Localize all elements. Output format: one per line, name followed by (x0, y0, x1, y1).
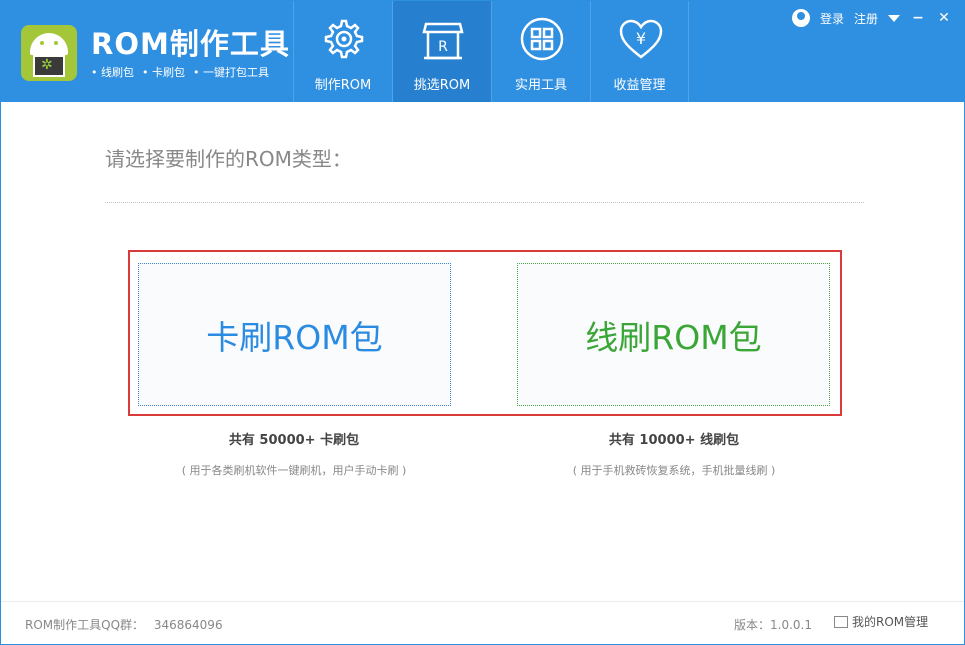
my-rom-manage-button[interactable]: 我的ROM管理 (834, 613, 928, 630)
shop-icon: R (420, 16, 466, 62)
version-text: 版本：1.0.0.1 (734, 616, 812, 633)
app-window: ✲ ROM制作工具 • 线刷包 • 卡刷包 • 一键打包工具 制作ROM (0, 0, 965, 645)
heart-yen-icon: ¥ (618, 16, 664, 62)
subtitle-item: • 卡刷包 (142, 64, 185, 80)
page-prompt: 请选择要制作的ROM类型： (105, 143, 352, 172)
nav-label: 挑选ROM (393, 74, 491, 93)
login-link[interactable]: 登录 (820, 10, 844, 27)
nav-label: 收益管理 (591, 74, 688, 93)
line-flash-rom-button[interactable]: 线刷ROM包 (517, 263, 830, 406)
window-controls: 登录 注册 − ✕ (792, 9, 952, 27)
footer-divider (1, 601, 964, 602)
card-flash-description: ( 用于各类刷机软件一键刷机，用户手动卡刷 ) (134, 462, 454, 478)
qq-label: ROM制作工具QQ群： (25, 618, 144, 632)
user-icon (792, 9, 810, 27)
nav-make-rom[interactable]: 制作ROM (293, 1, 392, 102)
subtitle-item: • 一键打包工具 (193, 64, 269, 80)
android-logo-icon: ✲ (21, 25, 77, 81)
subtitle-item: • 线刷包 (91, 64, 134, 80)
register-link[interactable]: 注册 (854, 10, 878, 27)
nav-pick-rom[interactable]: R 挑选ROM (392, 1, 491, 102)
qq-number: 346864096 (154, 618, 223, 632)
menu-dropdown-icon[interactable] (888, 15, 900, 22)
card-flash-rom-button[interactable]: 卡刷ROM包 (138, 263, 451, 406)
grid-icon (519, 16, 565, 62)
nav-earnings[interactable]: ¥ 收益管理 (590, 1, 689, 102)
nav-tools[interactable]: 实用工具 (491, 1, 590, 102)
line-flash-description: ( 用于手机救砖恢复系统，手机批量线刷 ) (514, 462, 834, 478)
gear-icon (321, 16, 367, 62)
my-rom-label: 我的ROM管理 (852, 613, 928, 630)
header-bar: ✲ ROM制作工具 • 线刷包 • 卡刷包 • 一键打包工具 制作ROM (1, 1, 964, 102)
box-icon (834, 616, 848, 628)
nav-label: 制作ROM (294, 74, 392, 93)
app-title: ROM制作工具 (91, 21, 290, 63)
close-icon[interactable]: ✕ (936, 10, 952, 26)
divider (105, 202, 864, 203)
minimize-icon[interactable]: − (910, 10, 926, 26)
svg-text:R: R (438, 39, 448, 55)
svg-text:¥: ¥ (636, 29, 646, 48)
main-nav: 制作ROM R 挑选ROM 实用工具 (293, 1, 689, 102)
nav-label: 实用工具 (492, 74, 590, 93)
line-flash-count: 共有 10000+ 线刷包 (514, 429, 834, 448)
card-flash-count: 共有 50000+ 卡刷包 (134, 429, 454, 448)
qq-group: ROM制作工具QQ群： 346864096 (25, 616, 223, 633)
app-subtitle: • 线刷包 • 卡刷包 • 一键打包工具 (91, 64, 269, 80)
